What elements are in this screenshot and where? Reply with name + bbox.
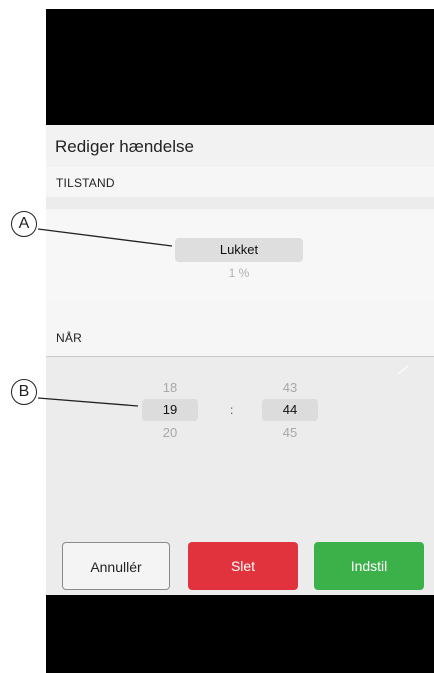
state-percent: 1 % bbox=[228, 266, 250, 280]
when-section-label: NÅR bbox=[56, 331, 82, 345]
callout-a: A bbox=[11, 211, 37, 237]
dialog-title: Rediger hændelse bbox=[55, 137, 194, 156]
delete-button[interactable]: Slet bbox=[188, 542, 298, 590]
time-separator: : bbox=[230, 403, 234, 417]
minute-prev[interactable]: 43 bbox=[262, 380, 318, 395]
state-section-label: TILSTAND bbox=[56, 176, 115, 190]
edit-event-dialog: Rediger hændelse TILSTAND NÅR bbox=[46, 125, 434, 595]
minute-next[interactable]: 45 bbox=[262, 425, 318, 440]
hour-prev[interactable]: 18 bbox=[142, 380, 198, 395]
callout-b: B bbox=[11, 379, 37, 405]
minute-selected[interactable]: 44 bbox=[262, 399, 318, 421]
state-selector[interactable]: Lukket bbox=[175, 238, 303, 262]
state-section-header: TILSTAND bbox=[46, 167, 434, 197]
when-section-header: NÅR bbox=[46, 301, 434, 357]
dialog-header: Rediger hændelse bbox=[46, 125, 434, 167]
hour-next[interactable]: 20 bbox=[142, 425, 198, 440]
cancel-button[interactable]: Annullér bbox=[62, 542, 170, 590]
section-divider bbox=[46, 356, 434, 357]
set-button[interactable]: Indstil bbox=[314, 542, 424, 590]
hour-selected[interactable]: 19 bbox=[142, 399, 198, 421]
